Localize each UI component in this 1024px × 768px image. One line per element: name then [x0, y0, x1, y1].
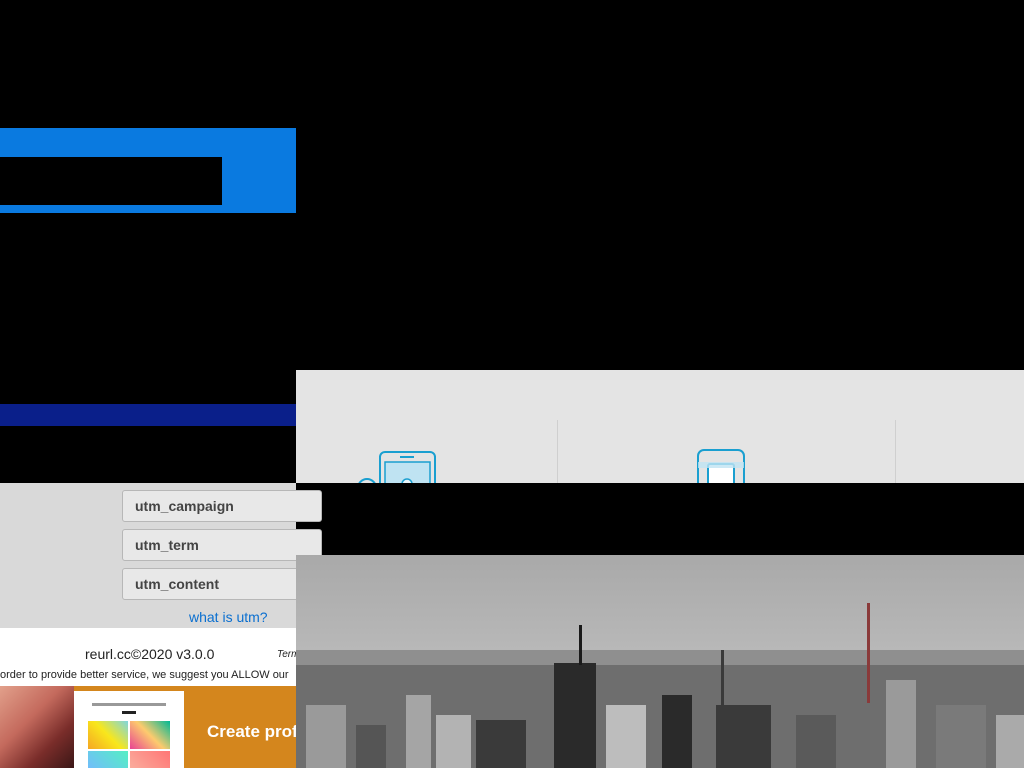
- utm-campaign-field[interactable]: utm_campaign: [122, 490, 322, 522]
- ad-banner[interactable]: Create prof: [0, 686, 296, 768]
- terms-link[interactable]: Term: [277, 649, 296, 660]
- features-panel: [296, 370, 1024, 483]
- city-skyline-image: [296, 555, 1024, 768]
- feature-divider: [895, 420, 896, 483]
- ad-photo: [0, 686, 74, 768]
- mobile-device-icon: [358, 451, 436, 483]
- copyright-text: reurl.cc©2020 v3.0.0: [85, 646, 215, 662]
- header-dark-block: [0, 157, 222, 205]
- what-is-utm-link[interactable]: what is utm?: [189, 609, 268, 625]
- ad-portfolio-preview: [74, 691, 184, 768]
- footer: reurl.cc©2020 v3.0.0 Term order to provi…: [0, 628, 296, 686]
- utm-term-field[interactable]: utm_term: [122, 529, 322, 561]
- navy-divider-bar: [0, 404, 296, 426]
- cookie-notice-text: order to provide better service, we sugg…: [0, 669, 289, 681]
- feature-divider: [557, 420, 558, 483]
- utm-panel: utm_campaign utm_term utm_content what i…: [0, 483, 322, 628]
- printer-icon: [697, 449, 745, 483]
- header-blue-band: [0, 128, 296, 213]
- ad-headline: Create prof: [207, 722, 296, 741]
- utm-content-field[interactable]: utm_content: [122, 568, 322, 600]
